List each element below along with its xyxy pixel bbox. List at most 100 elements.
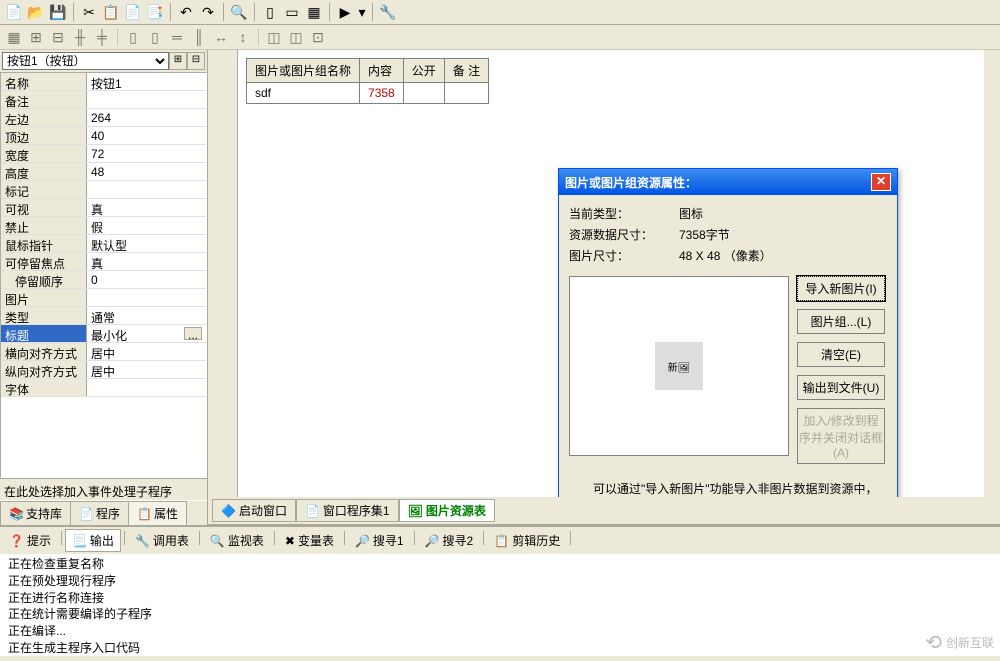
window-split3-icon[interactable]: ▦ bbox=[304, 2, 324, 22]
prop-label[interactable]: 名称 bbox=[1, 73, 87, 90]
doc-tab[interactable]: 🖼图片资源表 bbox=[399, 499, 495, 522]
dialog-button[interactable]: 导入新图片(I) bbox=[797, 276, 885, 301]
bottom-tab[interactable]: 📋剪辑历史 bbox=[487, 529, 567, 552]
table-row[interactable]: sdf7358 bbox=[247, 83, 489, 104]
dialog-button[interactable]: 清空(E) bbox=[797, 342, 885, 367]
prop-value[interactable]: 真 bbox=[87, 253, 206, 270]
prop-value[interactable]: 假 bbox=[87, 217, 206, 234]
prop-value[interactable]: 按钮1 bbox=[87, 73, 206, 90]
prop-label[interactable]: 左边 bbox=[1, 109, 87, 126]
cut-icon[interactable]: ✂ bbox=[79, 2, 99, 22]
prop-value[interactable] bbox=[87, 181, 206, 198]
align-icon-4: ║ bbox=[189, 27, 209, 47]
align-icon-3: ═ bbox=[167, 27, 187, 47]
redo-icon[interactable]: ↷ bbox=[198, 2, 218, 22]
prop-label[interactable]: 高度 bbox=[1, 163, 87, 180]
prop-label[interactable]: 可视 bbox=[1, 199, 87, 216]
undo-icon[interactable]: ↶ bbox=[176, 2, 196, 22]
prop-value[interactable] bbox=[87, 289, 206, 306]
prop-value[interactable] bbox=[87, 379, 206, 396]
dialog-button: 加入/修改到程序并关闭对话框(A) bbox=[797, 408, 885, 464]
watermark: ⟲创新互联 bbox=[925, 630, 994, 655]
prop-value[interactable]: 0 bbox=[87, 271, 206, 288]
prop-label[interactable]: 停留顺序 bbox=[1, 271, 87, 288]
left-tabstrip: 📚支持库📄程序📋属性 bbox=[0, 500, 207, 525]
prop-label[interactable]: 图片 bbox=[1, 289, 87, 306]
prop-label[interactable]: 禁止 bbox=[1, 217, 87, 234]
prop-value[interactable]: 最小化... bbox=[87, 325, 206, 342]
doc-tab[interactable]: 📄窗口程序集1 bbox=[296, 499, 399, 522]
window-split1-icon[interactable]: ▯ bbox=[260, 2, 280, 22]
prop-value[interactable] bbox=[87, 91, 206, 108]
prop-label[interactable]: 标记 bbox=[1, 181, 87, 198]
prop-label[interactable]: 标题 bbox=[1, 325, 87, 342]
tool-icon[interactable]: 🔧 bbox=[378, 2, 398, 22]
prop-value[interactable]: 40 bbox=[87, 127, 206, 144]
doc-tab[interactable]: 🔷启动窗口 bbox=[212, 499, 296, 522]
bottom-tab[interactable]: 🔍监视表 bbox=[203, 529, 271, 552]
prop-label[interactable]: 类型 bbox=[1, 307, 87, 324]
table-header[interactable]: 公开 bbox=[403, 59, 444, 83]
prop-label[interactable]: 可停留焦点 bbox=[1, 253, 87, 270]
resource-table-view: 图片或图片组名称内容公开备 注 sdf7358 图片或图片组资源属性： ✕ 当前… bbox=[238, 50, 1000, 503]
dialog-title-text: 图片或图片组资源属性： bbox=[565, 174, 697, 191]
paste-icon[interactable]: 📄 bbox=[123, 2, 143, 22]
prop-value[interactable]: 真 bbox=[87, 199, 206, 216]
dialog-titlebar[interactable]: 图片或图片组资源属性： ✕ bbox=[559, 169, 897, 195]
find-icon[interactable]: 🔍 bbox=[229, 2, 249, 22]
bottom-tab[interactable]: ❓提示 bbox=[2, 529, 58, 552]
left-tab[interactable]: 📚支持库 bbox=[0, 501, 71, 525]
prop-value[interactable]: 居中 bbox=[87, 343, 206, 360]
properties-grid[interactable]: 名称按钮1备注左边264顶边40宽度72高度48标记可视真禁止假鼠标指针默认型可… bbox=[0, 72, 207, 478]
run-dropdown-icon[interactable]: ▾ bbox=[357, 2, 367, 22]
prop-value[interactable]: 居中 bbox=[87, 361, 206, 378]
main-toolbar-1: 📄 📂 💾 ✂ 📋 📄 📑 ↶ ↷ 🔍 ▯ ▭ ▦ ▶ ▾ 🔧 bbox=[0, 0, 1000, 25]
new-file-icon[interactable]: 📄 bbox=[4, 2, 24, 22]
prop-value[interactable]: 264 bbox=[87, 109, 206, 126]
panel-btn-1[interactable]: ⊞ bbox=[169, 52, 187, 70]
ellipsis-button[interactable]: ... bbox=[184, 327, 202, 340]
prop-label[interactable]: 鼠标指针 bbox=[1, 235, 87, 252]
info-label: 当前类型： bbox=[569, 205, 679, 222]
align-icon-5: ↔ bbox=[211, 27, 231, 47]
prop-label[interactable]: 纵向对齐方式 bbox=[1, 361, 87, 378]
table-header[interactable]: 图片或图片组名称 bbox=[247, 59, 360, 83]
prop-value[interactable]: 72 bbox=[87, 145, 206, 162]
save-icon[interactable]: 💾 bbox=[48, 2, 68, 22]
bottom-tab[interactable]: ✖变量表 bbox=[278, 529, 341, 552]
table-header[interactable]: 内容 bbox=[360, 59, 404, 83]
bottom-tab[interactable]: 🔎搜寻2 bbox=[418, 529, 481, 552]
dialog-button[interactable]: 图片组...(L) bbox=[797, 309, 885, 334]
prop-label[interactable]: 备注 bbox=[1, 91, 87, 108]
prop-value[interactable]: 48 bbox=[87, 163, 206, 180]
prop-label[interactable]: 字体 bbox=[1, 379, 87, 396]
open-file-icon[interactable]: 📂 bbox=[26, 2, 46, 22]
bottom-tab[interactable]: 🔧调用表 bbox=[128, 529, 196, 552]
bottom-tab[interactable]: 🔎搜寻1 bbox=[348, 529, 411, 552]
object-selector[interactable]: 按钮1（按钮） bbox=[2, 52, 169, 70]
left-tab[interactable]: 📋属性 bbox=[128, 501, 187, 525]
image-resource-table[interactable]: 图片或图片组名称内容公开备 注 sdf7358 bbox=[246, 58, 489, 104]
prop-value[interactable]: 默认型 bbox=[87, 235, 206, 252]
info-value: 48 X 48 （像素） bbox=[679, 247, 772, 264]
dialog-button[interactable]: 输出到文件(U) bbox=[797, 375, 885, 400]
info-value: 7358字节 bbox=[679, 226, 730, 243]
panel-btn-2[interactable]: ⊟ bbox=[187, 52, 205, 70]
layout-icon-3: ⊟ bbox=[48, 27, 68, 47]
close-icon[interactable]: ✕ bbox=[871, 173, 891, 191]
layout-icon-5: ╪ bbox=[92, 27, 112, 47]
vertical-scrollbar[interactable] bbox=[984, 50, 1000, 525]
info-label: 图片尺寸： bbox=[569, 247, 679, 264]
prop-label[interactable]: 宽度 bbox=[1, 145, 87, 162]
prop-value[interactable]: 通常 bbox=[87, 307, 206, 324]
window-split2-icon[interactable]: ▭ bbox=[282, 2, 302, 22]
left-tab[interactable]: 📄程序 bbox=[70, 501, 129, 525]
prop-label[interactable]: 顶边 bbox=[1, 127, 87, 144]
bottom-tab[interactable]: 📃输出 bbox=[65, 529, 121, 552]
copy-icon[interactable]: 📋 bbox=[101, 2, 121, 22]
run-icon[interactable]: ▶ bbox=[335, 2, 355, 22]
info-value: 图标 bbox=[679, 205, 703, 222]
prop-label[interactable]: 横向对齐方式 bbox=[1, 343, 87, 360]
table-header[interactable]: 备 注 bbox=[444, 59, 488, 83]
paste2-icon[interactable]: 📑 bbox=[145, 2, 165, 22]
